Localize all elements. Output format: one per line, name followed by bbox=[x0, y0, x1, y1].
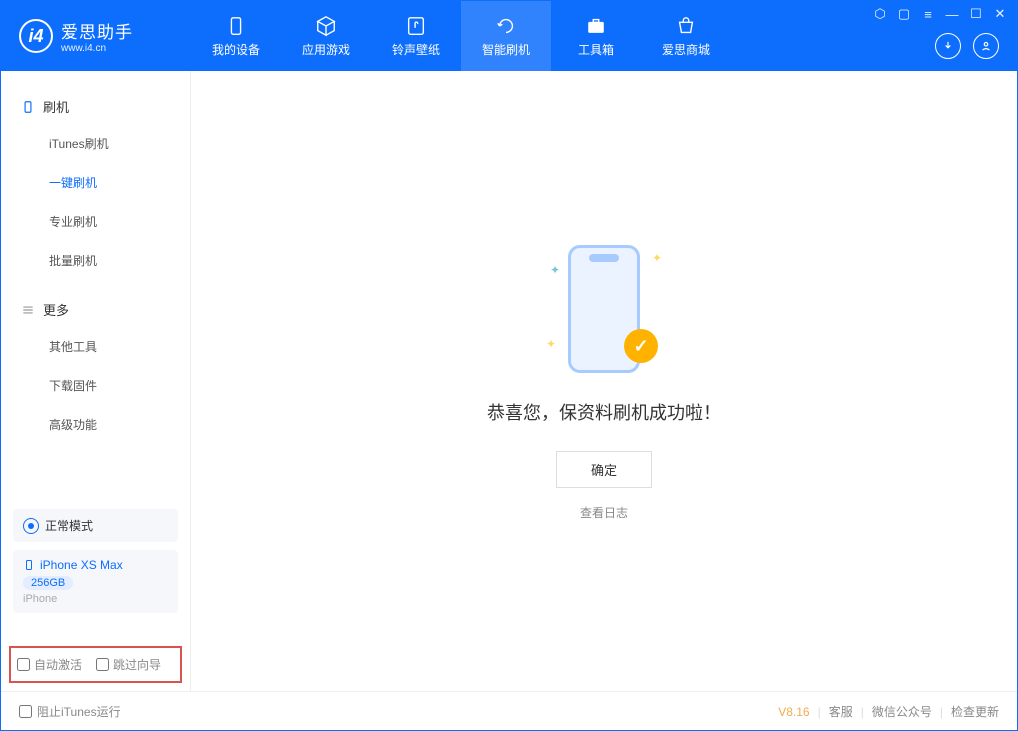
nav-label: 铃声壁纸 bbox=[392, 41, 440, 58]
block-itunes-input[interactable] bbox=[19, 705, 32, 718]
check-badge-icon bbox=[624, 329, 658, 363]
cube-icon bbox=[314, 14, 338, 38]
refresh-icon bbox=[494, 14, 518, 38]
auto-activate-checkbox[interactable]: 自动激活 bbox=[17, 656, 82, 673]
nav-tab-flash[interactable]: 智能刷机 bbox=[461, 1, 551, 71]
support-link[interactable]: 客服 bbox=[829, 703, 853, 720]
sidebar-item-other-tools[interactable]: 其他工具 bbox=[1, 327, 190, 366]
skip-guide-label: 跳过向导 bbox=[113, 656, 161, 673]
sidebar-item-oneclick-flash[interactable]: 一键刷机 bbox=[1, 163, 190, 202]
device-type: iPhone bbox=[23, 593, 168, 605]
window-controls: ⬡ ▢ ≡ — ☐ ✕ bbox=[873, 7, 1007, 21]
sidebar-item-pro-flash[interactable]: 专业刷机 bbox=[1, 202, 190, 241]
logo-area: i4 爱思助手 www.i4.cn bbox=[1, 18, 191, 54]
block-itunes-label: 阻止iTunes运行 bbox=[37, 703, 121, 720]
block-itunes-checkbox[interactable]: 阻止iTunes运行 bbox=[19, 703, 121, 720]
device-name-row: iPhone XS Max bbox=[23, 558, 168, 572]
nav-label: 智能刷机 bbox=[482, 41, 530, 58]
nav-tab-device[interactable]: 我的设备 bbox=[191, 1, 281, 71]
device-name: iPhone XS Max bbox=[40, 558, 123, 572]
auto-activate-label: 自动激活 bbox=[34, 656, 82, 673]
nav-tabs: 我的设备 应用游戏 铃声壁纸 智能刷机 工具箱 爱思商城 bbox=[191, 1, 731, 71]
skip-guide-checkbox[interactable]: 跳过向导 bbox=[96, 656, 161, 673]
user-icon[interactable] bbox=[973, 33, 999, 59]
nav-label: 我的设备 bbox=[212, 41, 260, 58]
sidebar: 刷机 iTunes刷机 一键刷机 专业刷机 批量刷机 更多 其他工具 下载固件 … bbox=[1, 71, 191, 691]
success-illustration: ✦ ✦ ✦ bbox=[544, 241, 664, 381]
list-icon bbox=[21, 303, 35, 317]
logo-text: 爱思助手 www.i4.cn bbox=[61, 18, 133, 54]
sidebar-item-batch-flash[interactable]: 批量刷机 bbox=[1, 241, 190, 280]
music-icon bbox=[404, 14, 428, 38]
nav-label: 应用游戏 bbox=[302, 41, 350, 58]
nav-tab-store[interactable]: 爱思商城 bbox=[641, 1, 731, 71]
sparkle-icon: ✦ bbox=[652, 251, 662, 265]
version-label: V8.16 bbox=[778, 705, 809, 719]
sidebar-item-download-firmware[interactable]: 下载固件 bbox=[1, 366, 190, 405]
sparkle-icon: ✦ bbox=[546, 337, 556, 351]
device-panel: 正常模式 iPhone XS Max 256GB iPhone bbox=[13, 509, 178, 613]
download-icon[interactable] bbox=[935, 33, 961, 59]
app-subtitle: www.i4.cn bbox=[61, 43, 133, 54]
device-icon bbox=[224, 14, 248, 38]
app-header: i4 爱思助手 www.i4.cn 我的设备 应用游戏 铃声壁纸 智能刷机 工具… bbox=[1, 1, 1017, 71]
header-actions bbox=[935, 33, 999, 59]
app-title: 爱思助手 bbox=[61, 18, 133, 43]
ok-button[interactable]: 确定 bbox=[556, 451, 652, 488]
logo-icon: i4 bbox=[19, 19, 53, 53]
nav-label: 爱思商城 bbox=[662, 41, 710, 58]
nav-tab-toolbox[interactable]: 工具箱 bbox=[551, 1, 641, 71]
main-content: ✦ ✦ ✦ 恭喜您，保资料刷机成功啦！ 确定 查看日志 bbox=[191, 71, 1017, 691]
sparkle-icon: ✦ bbox=[550, 263, 560, 277]
device-mode-row[interactable]: 正常模式 bbox=[13, 509, 178, 542]
nav-tab-apps[interactable]: 应用游戏 bbox=[281, 1, 371, 71]
store-icon bbox=[674, 14, 698, 38]
skip-guide-input[interactable] bbox=[96, 658, 109, 671]
shirt-icon[interactable]: ⬡ bbox=[873, 7, 887, 21]
sidebar-item-advanced[interactable]: 高级功能 bbox=[1, 405, 190, 444]
close-icon[interactable]: ✕ bbox=[993, 7, 1007, 21]
nav-tab-ringtone[interactable]: 铃声壁纸 bbox=[371, 1, 461, 71]
group-label: 刷机 bbox=[43, 97, 69, 116]
sidebar-group-more: 更多 bbox=[1, 292, 190, 327]
phone-small-icon bbox=[23, 558, 35, 572]
check-update-link[interactable]: 检查更新 bbox=[951, 703, 999, 720]
flash-options-row: 自动激活 跳过向导 bbox=[9, 646, 182, 683]
nav-label: 工具箱 bbox=[578, 41, 614, 58]
device-capacity: 256GB bbox=[23, 576, 73, 590]
lock-icon[interactable]: ▢ bbox=[897, 7, 911, 21]
mode-icon bbox=[23, 518, 39, 534]
minimize-icon[interactable]: — bbox=[945, 7, 959, 21]
menu-icon[interactable]: ≡ bbox=[921, 7, 935, 21]
auto-activate-input[interactable] bbox=[17, 658, 30, 671]
maximize-icon[interactable]: ☐ bbox=[969, 7, 983, 21]
view-log-link[interactable]: 查看日志 bbox=[580, 504, 628, 521]
wechat-link[interactable]: 微信公众号 bbox=[872, 703, 932, 720]
mode-label: 正常模式 bbox=[45, 517, 93, 534]
footer: 阻止iTunes运行 V8.16 | 客服 | 微信公众号 | 检查更新 bbox=[1, 691, 1017, 731]
footer-right: V8.16 | 客服 | 微信公众号 | 检查更新 bbox=[778, 703, 999, 720]
group-label: 更多 bbox=[43, 300, 69, 319]
phone-icon bbox=[21, 100, 35, 114]
success-message: 恭喜您，保资料刷机成功啦！ bbox=[487, 399, 721, 425]
sidebar-group-flash: 刷机 bbox=[1, 89, 190, 124]
sidebar-item-itunes-flash[interactable]: iTunes刷机 bbox=[1, 124, 190, 163]
body-area: 刷机 iTunes刷机 一键刷机 专业刷机 批量刷机 更多 其他工具 下载固件 … bbox=[1, 71, 1017, 691]
device-info-row[interactable]: iPhone XS Max 256GB iPhone bbox=[13, 550, 178, 613]
toolbox-icon bbox=[584, 14, 608, 38]
